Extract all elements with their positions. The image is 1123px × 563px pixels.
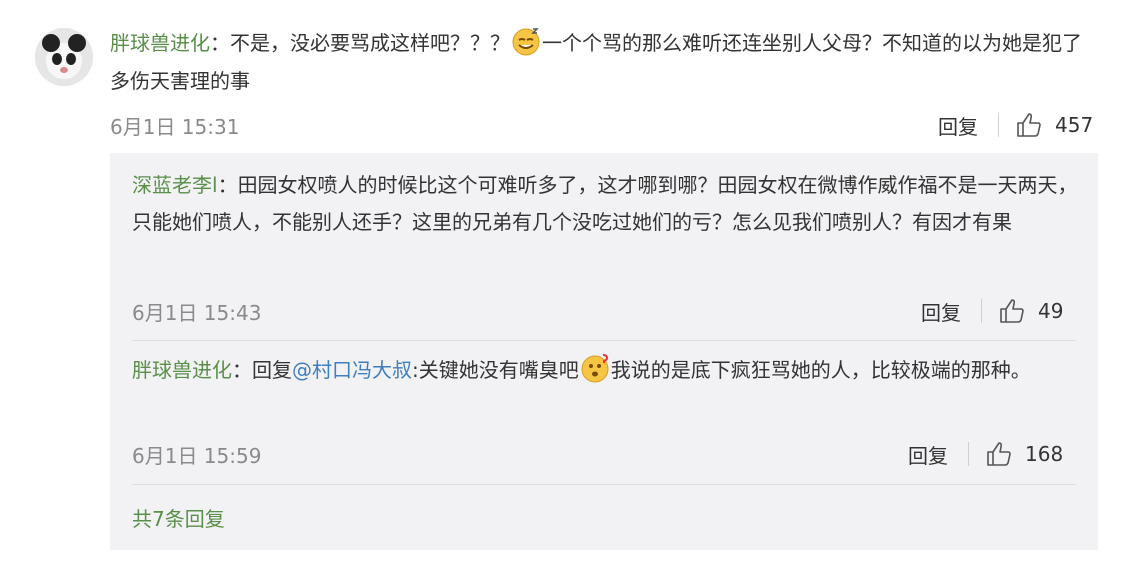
comment-meta: 6月1日 15:31 xyxy=(110,110,239,140)
comment-time: 6月1日 15:31 xyxy=(110,114,240,139)
reply-divider xyxy=(132,340,1076,341)
reply-prefix: 回复 xyxy=(252,358,292,382)
comment-actions: 回复 457 xyxy=(938,110,1093,140)
colon: ： xyxy=(210,31,230,55)
reply-time: 6月1日 15:59 xyxy=(132,443,262,468)
thumbs-up-icon[interactable] xyxy=(998,297,1026,325)
reply-actions: 回复 168 xyxy=(908,439,1063,469)
total-replies-link[interactable]: 共7条回复 xyxy=(132,503,225,532)
colon: ： xyxy=(217,173,238,197)
colon: ： xyxy=(232,358,252,382)
reply-divider xyxy=(132,484,1076,485)
avatar[interactable] xyxy=(35,28,93,86)
comment-text-part1: 不是，没必要骂成这样吧？？？ xyxy=(230,31,510,55)
reply-username[interactable]: 深蓝老李l xyxy=(132,173,218,197)
like-count: 168 xyxy=(1025,442,1064,466)
comment-body: 胖球兽进化：不是，没必要骂成这样吧？？？ 一个个骂的那么难听还连坐别人父母？不知道… xyxy=(110,24,1095,100)
reply-meta: 6月1日 15:59 xyxy=(132,439,261,469)
reply-item: 胖球兽进化：回复@村口冯大叔:关键她没有嘴臭吧 我说的是底下疯狂骂她的人，比较极端… xyxy=(132,352,1082,389)
reply-text-part2: 我说的是底下疯狂骂她的人，比较极端的那种。 xyxy=(610,358,1031,382)
like-count: 49 xyxy=(1038,299,1064,323)
reply-button[interactable]: 回复 xyxy=(921,297,961,326)
reply-actions: 回复 49 xyxy=(921,296,1063,326)
reply-item: 深蓝老李l：田园女权喷人的时候比这个可难听多了，这才哪到哪？田园女权在微博作威作… xyxy=(132,167,1082,241)
divider xyxy=(998,113,999,137)
comment-card: 胖球兽进化：不是，没必要骂成这样吧？？？ 一个个骂的那么难听还连坐别人父母？不知道… xyxy=(0,0,1123,563)
reply-text: 田园女权喷人的时候比这个可难听多了，这才哪到哪？田园女权在微博作威作福不是一天两… xyxy=(132,173,1078,234)
reply-button[interactable]: 回复 xyxy=(908,440,948,469)
confused-emoji-icon xyxy=(580,353,610,383)
thumbs-up-icon[interactable] xyxy=(985,440,1013,468)
reply-text-part1: :关键她没有嘴臭吧 xyxy=(412,358,579,382)
reply-meta: 6月1日 15:43 xyxy=(132,296,261,326)
reply-button[interactable]: 回复 xyxy=(938,111,978,140)
divider xyxy=(968,442,969,466)
comment-username[interactable]: 胖球兽进化 xyxy=(110,31,210,55)
divider xyxy=(981,299,982,323)
sweat-smile-emoji-icon xyxy=(511,26,541,56)
like-count: 457 xyxy=(1055,113,1094,137)
mention-link[interactable]: @村口冯大叔 xyxy=(292,358,412,382)
reply-username[interactable]: 胖球兽进化 xyxy=(132,358,232,382)
reply-time: 6月1日 15:43 xyxy=(132,300,262,325)
thumbs-up-icon[interactable] xyxy=(1015,111,1043,139)
replies-panel: 深蓝老李l：田园女权喷人的时候比这个可难听多了，这才哪到哪？田园女权在微博作威作… xyxy=(110,153,1098,550)
